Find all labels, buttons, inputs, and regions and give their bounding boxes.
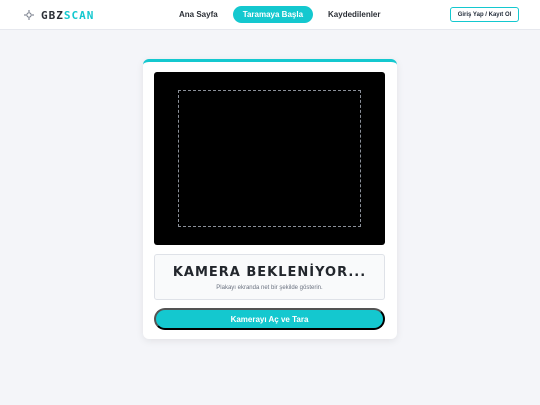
nav-link-start-scan[interactable]: Taramaya Başla bbox=[232, 6, 314, 23]
brand-name-suffix: SCAN bbox=[63, 8, 95, 22]
status-panel: KAMERA BEKLENİYOR... Plakayı ekranda net… bbox=[154, 254, 385, 300]
brand-name-prefix: GBZ bbox=[41, 8, 64, 22]
brand-logo[interactable]: GBZSCAN bbox=[24, 7, 94, 23]
scan-frame bbox=[178, 90, 361, 227]
scanner-card: KAMERA BEKLENİYOR... Plakayı ekranda net… bbox=[143, 59, 397, 339]
status-title: KAMERA BEKLENİYOR... bbox=[172, 265, 367, 280]
brand-name: GBZSCAN bbox=[41, 9, 94, 22]
camera-preview bbox=[154, 72, 385, 245]
login-register-button[interactable]: Giriş Yap / Kayıt Ol bbox=[450, 7, 519, 22]
open-camera-scan-button[interactable]: Kamerayı Aç ve Tara bbox=[154, 308, 385, 330]
navbar: GBZSCAN Ana Sayfa Taramaya Başla Kaydedi… bbox=[0, 0, 540, 30]
nav-link-saved[interactable]: Kaydedilenler bbox=[318, 6, 390, 23]
main-nav: Ana Sayfa Taramaya Başla Kaydedilenler bbox=[169, 6, 391, 23]
status-subtitle: Plakayı ekranda net bir şekilde gösterin… bbox=[216, 285, 323, 291]
scan-target-icon bbox=[24, 10, 34, 20]
nav-link-home[interactable]: Ana Sayfa bbox=[169, 6, 228, 23]
